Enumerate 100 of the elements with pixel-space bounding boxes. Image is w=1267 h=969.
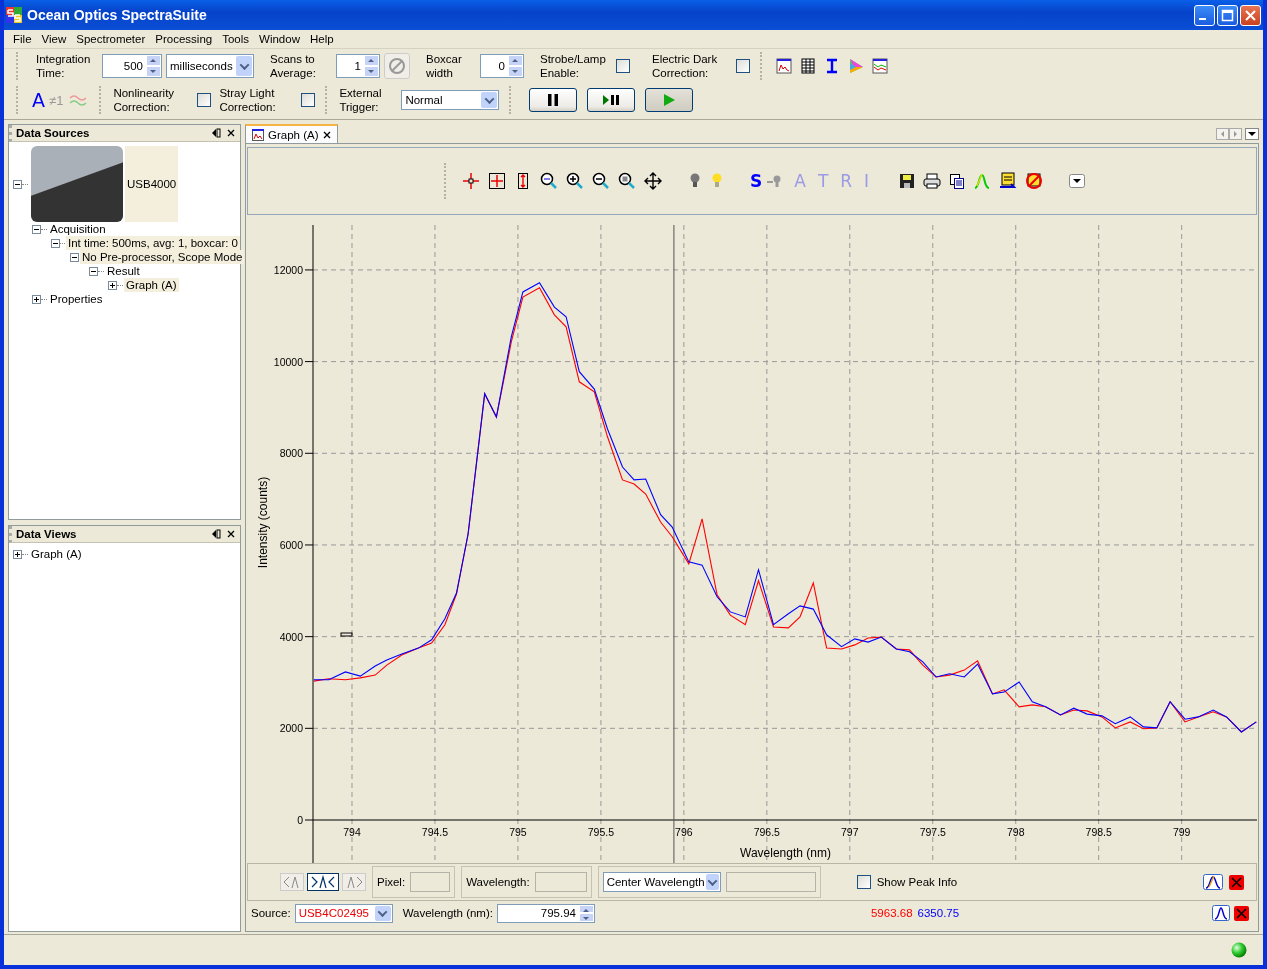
- field-label: Wavelength:: [466, 876, 530, 888]
- peak-button[interactable]: [307, 873, 339, 891]
- fit-to-window-icon[interactable]: [488, 172, 506, 190]
- tree-toggle-icon[interactable]: [32, 224, 41, 234]
- integration-time-field[interactable]: 500: [102, 54, 162, 78]
- tree-item[interactable]: Properties: [48, 292, 105, 306]
- menu-item[interactable]: Processing: [150, 33, 218, 45]
- prohibited-icon: [388, 57, 406, 75]
- x-tick-label: 796.5: [753, 826, 780, 838]
- x-tick-label: 796: [675, 826, 693, 838]
- boxcar-width-field[interactable]: 0: [480, 54, 524, 78]
- minimize-button[interactable]: [1194, 4, 1215, 26]
- spinner-arrows-icon: [364, 55, 379, 77]
- x-tick-label: 797.5: [919, 826, 946, 838]
- menu-item[interactable]: View: [36, 33, 72, 45]
- play-icon: [662, 93, 677, 107]
- wavelength-field[interactable]: [534, 872, 587, 892]
- tree-item[interactable]: Int time: 500ms, avg: 1, boxcar: 0: [65, 236, 240, 250]
- tree-item[interactable]: No Pre-processor, Scope Mode: [80, 250, 245, 264]
- menu-item[interactable]: File: [8, 33, 37, 45]
- tree-toggle-icon[interactable]: [89, 266, 98, 276]
- tree-item[interactable]: Graph (A): [29, 547, 84, 561]
- pause-button[interactable]: [529, 88, 578, 112]
- x-tick-label: 795: [509, 826, 527, 838]
- x-tick-label: 799: [1172, 826, 1191, 838]
- menu-item[interactable]: Help: [304, 33, 339, 45]
- color-triangle-icon[interactable]: [848, 58, 864, 74]
- tree-item[interactable]: Result: [105, 264, 142, 278]
- table-icon[interactable]: [800, 58, 816, 74]
- export-icon[interactable]: [999, 172, 1018, 190]
- zoom-in-icon[interactable]: [566, 172, 584, 190]
- tree-item[interactable]: USB4000: [125, 146, 179, 222]
- light-bulb-icon[interactable]: [688, 172, 702, 190]
- close-button[interactable]: [1240, 4, 1261, 26]
- pin-icon[interactable]: [211, 128, 221, 138]
- previous-peak-button[interactable]: [280, 873, 304, 891]
- line-graph-icon[interactable]: [872, 58, 888, 74]
- peak-right-icon: [344, 875, 364, 889]
- peak-left-icon: [282, 875, 302, 889]
- graph-view-icon[interactable]: [776, 58, 792, 74]
- y-tick-label: 12000: [273, 263, 303, 276]
- save-icon[interactable]: [899, 173, 916, 189]
- font-letter-icon[interactable]: A: [32, 89, 45, 111]
- peak-curve-icon[interactable]: [1203, 874, 1223, 890]
- pause-icon: [546, 93, 561, 107]
- window-title: Ocean Optics SpectraSuite: [27, 7, 208, 23]
- move-icon[interactable]: [644, 172, 662, 190]
- tree-toggle-icon[interactable]: [108, 280, 117, 290]
- step-button[interactable]: [587, 88, 636, 112]
- tree-toggle-icon[interactable]: [13, 179, 22, 189]
- close-icon[interactable]: [226, 529, 236, 539]
- close-icon[interactable]: [1234, 905, 1249, 921]
- print-icon[interactable]: [923, 173, 942, 189]
- tree-toggle-icon[interactable]: [32, 294, 41, 304]
- tree-toggle-icon[interactable]: [51, 238, 60, 248]
- pin-icon[interactable]: [211, 529, 221, 539]
- source-dropdown[interactable]: USB4C02495: [294, 903, 393, 923]
- next-peak-button[interactable]: [342, 873, 366, 891]
- copy-icon[interactable]: [949, 173, 966, 189]
- peak-mode-dropdown[interactable]: Center Wavelength: [602, 872, 721, 892]
- play-pause-icon: [602, 93, 621, 107]
- text-cursor-icon[interactable]: [824, 58, 840, 74]
- close-icon: [1244, 8, 1257, 22]
- graph-tab[interactable]: Graph (A): [245, 124, 338, 143]
- close-icon[interactable]: [1229, 874, 1244, 890]
- letter-tool-button[interactable]: S: [750, 171, 783, 191]
- tree-item[interactable]: Acquisition: [48, 222, 108, 236]
- x-tick-label: 798: [1006, 826, 1025, 838]
- peak-curve-icon[interactable]: [1212, 905, 1230, 921]
- value-field[interactable]: [725, 872, 816, 892]
- zoom-icon[interactable]: [540, 172, 558, 190]
- crosshair-icon[interactable]: [462, 172, 480, 190]
- zoom-reset-icon[interactable]: [618, 172, 636, 190]
- cursor-wavelength-field[interactable]: 795.94: [496, 903, 595, 923]
- nonlinearity-checkbox[interactable]: [197, 93, 212, 107]
- stray-light-checkbox[interactable]: [301, 93, 316, 107]
- electric-dark-checkbox[interactable]: [736, 59, 750, 73]
- tree-toggle-icon[interactable]: [13, 549, 22, 559]
- pixel-field[interactable]: [410, 872, 451, 892]
- tree-item[interactable]: Graph (A): [124, 278, 179, 292]
- close-icon[interactable]: [226, 128, 236, 138]
- play-button[interactable]: [645, 88, 694, 112]
- trigger-dropdown[interactable]: Normal: [401, 90, 500, 110]
- maximize-button[interactable]: [1217, 4, 1238, 26]
- menu-item[interactable]: Spectrometer: [71, 33, 151, 45]
- menu-item[interactable]: Tools: [217, 33, 255, 45]
- zoom-out-icon[interactable]: [592, 172, 610, 190]
- field-label: Integration Time:: [36, 52, 92, 80]
- delete-icon[interactable]: [1025, 172, 1044, 190]
- minimize-icon: [1199, 18, 1206, 20]
- menu-item[interactable]: Window: [254, 33, 305, 45]
- close-icon[interactable]: [322, 130, 331, 139]
- show-peak-info-checkbox[interactable]: [856, 875, 871, 889]
- status-light-icon: [1231, 942, 1247, 958]
- pin-bulb-icon: [766, 173, 783, 189]
- field-label: Boxcar width: [426, 52, 463, 80]
- tree-toggle-icon[interactable]: [70, 252, 79, 262]
- scans-to-average-field[interactable]: 1: [336, 54, 380, 78]
- strobe-checkbox[interactable]: [616, 59, 630, 73]
- unit-dropdown[interactable]: milliseconds: [166, 54, 254, 78]
